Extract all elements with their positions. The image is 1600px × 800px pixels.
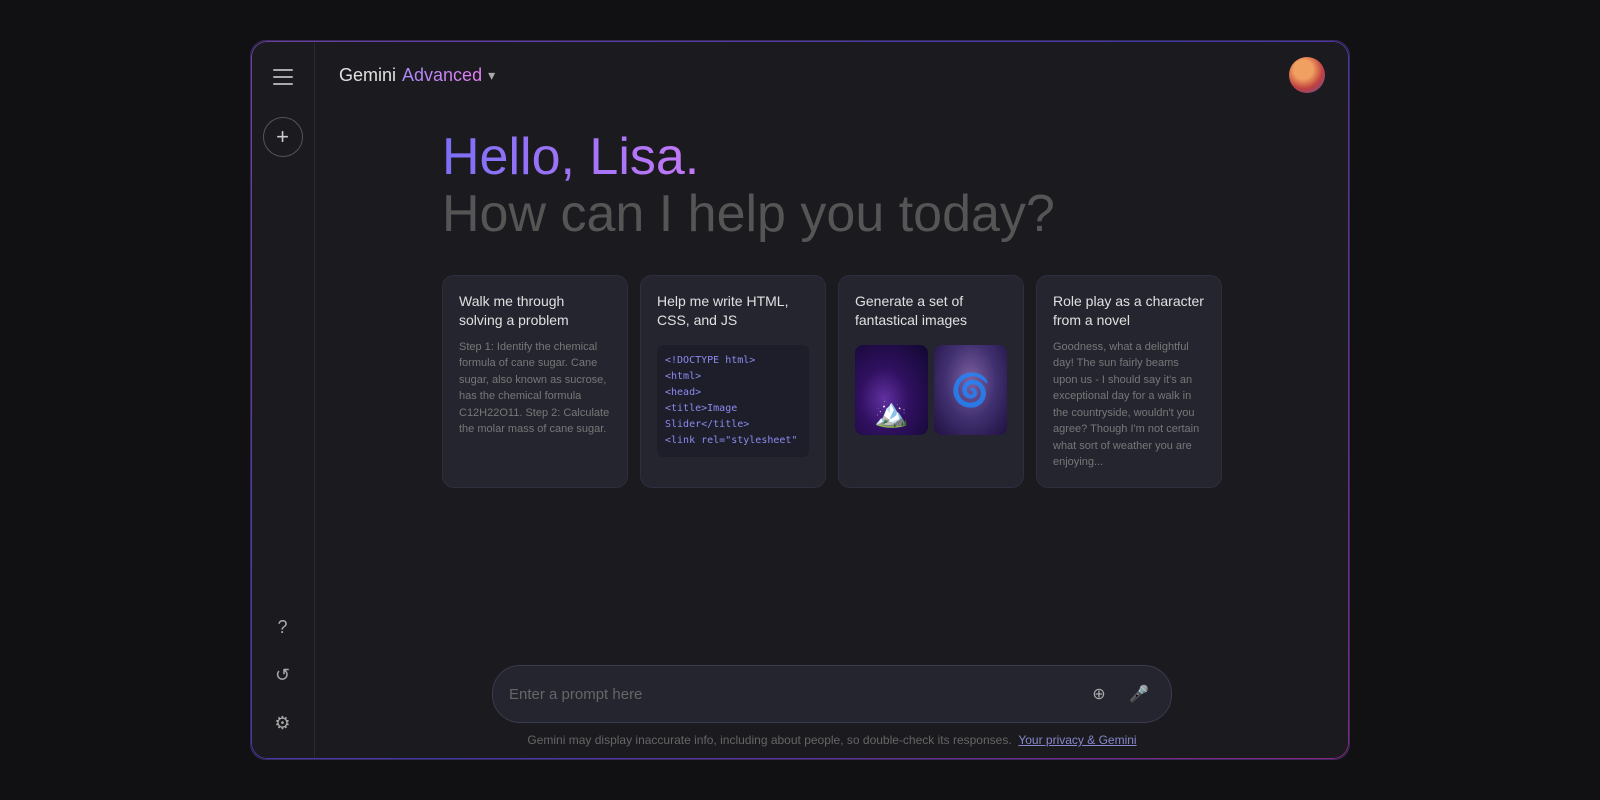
card-role-play[interactable]: Role play as a character from a novel Go… — [1036, 275, 1222, 487]
avatar-image — [1289, 57, 1325, 93]
sidebar-bottom-icons: ? ↺ ⚙ — [263, 607, 303, 743]
center-area: Hello, Lisa. How can I help you today? W… — [315, 109, 1349, 649]
card-html-css-js-title: Help me write HTML, CSS, and JS — [657, 292, 809, 328]
prompt-input[interactable] — [509, 686, 1075, 703]
disclaimer-text: Gemini may display inaccurate info, incl… — [527, 733, 1011, 747]
card-role-play-preview: Goodness, what a delightful day! The sun… — [1053, 339, 1205, 471]
privacy-link[interactable]: Your privacy & Gemini — [1018, 733, 1136, 747]
bottom-area: ⊕ 🎤 Gemini may display inaccurate info, … — [315, 649, 1349, 759]
greeting-name: Hello, Lisa. — [442, 129, 1222, 186]
add-icon: ⊕ — [1092, 684, 1105, 704]
sidebar: + ? ↺ ⚙ — [251, 41, 315, 759]
card-code-preview: <!DOCTYPE html> <html> <head> <title>Ima… — [657, 345, 809, 457]
fantasy-image-2 — [934, 345, 1007, 435]
help-icon: ? — [277, 617, 287, 638]
hamburger-line-3 — [273, 83, 293, 85]
new-chat-button[interactable]: + — [263, 117, 303, 157]
hamburger-line-2 — [273, 76, 293, 78]
card-images-preview — [855, 345, 1007, 471]
header: Gemini Advanced ▾ — [315, 41, 1349, 109]
card-html-css-js[interactable]: Help me write HTML, CSS, and JS <!DOCTYP… — [640, 275, 826, 487]
brand-advanced-text: Advanced — [402, 65, 482, 86]
hamburger-line-1 — [273, 69, 293, 71]
app-window: + ? ↺ ⚙ Gemini Advanced ▾ — [250, 40, 1350, 760]
history-button[interactable]: ↺ — [263, 655, 303, 695]
mic-icon: 🎤 — [1129, 684, 1149, 704]
history-icon: ↺ — [275, 665, 290, 686]
greeting-question: How can I help you today? — [442, 186, 1222, 243]
avatar[interactable] — [1289, 57, 1325, 93]
brand-gemini-text: Gemini — [339, 65, 396, 86]
prompt-bar: ⊕ 🎤 — [492, 665, 1172, 723]
card-fantastical-title: Generate a set of fantastical images — [855, 292, 1007, 328]
disclaimer: Gemini may display inaccurate info, incl… — [527, 733, 1136, 747]
add-prompt-button[interactable]: ⊕ — [1083, 678, 1115, 710]
suggestion-cards: Walk me through solving a problem Step 1… — [442, 275, 1222, 487]
brand-dropdown-icon: ▾ — [488, 67, 495, 84]
card-fantastical-images[interactable]: Generate a set of fantastical images — [838, 275, 1024, 487]
settings-icon: ⚙ — [274, 713, 290, 734]
greeting-section: Hello, Lisa. How can I help you today? — [442, 129, 1222, 243]
mic-button[interactable]: 🎤 — [1123, 678, 1155, 710]
card-role-play-title: Role play as a character from a novel — [1053, 292, 1205, 328]
help-button[interactable]: ? — [263, 607, 303, 647]
fantasy-image-1 — [855, 345, 928, 435]
card-walk-through-title: Walk me through solving a problem — [459, 292, 611, 328]
brand-button[interactable]: Gemini Advanced ▾ — [339, 65, 495, 86]
settings-button[interactable]: ⚙ — [263, 703, 303, 743]
menu-button[interactable] — [263, 57, 303, 97]
card-walk-through-preview: Step 1: Identify the chemical formula of… — [459, 339, 611, 471]
main-content: Gemini Advanced ▾ Hello, Lisa. How can I… — [315, 41, 1349, 759]
card-walk-through[interactable]: Walk me through solving a problem Step 1… — [442, 275, 628, 487]
